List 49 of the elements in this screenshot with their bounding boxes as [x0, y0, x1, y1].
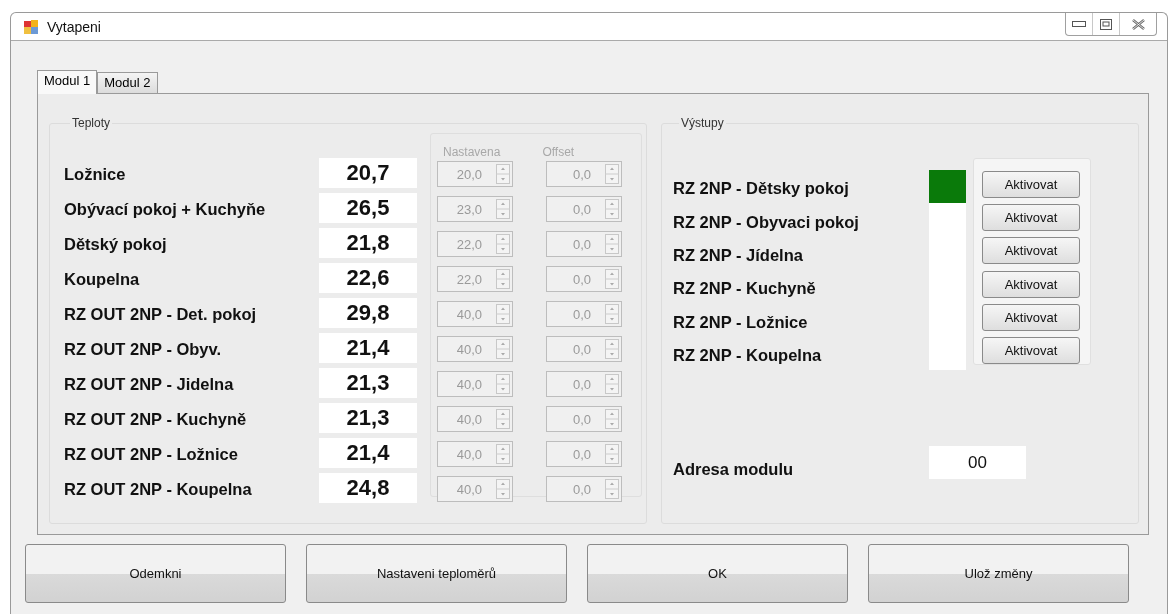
window-title: Vytapeni — [47, 18, 101, 35]
sensor-label: RZ OUT 2NP - Kuchyně — [64, 409, 248, 430]
activate-button[interactable]: Aktivovat — [982, 171, 1080, 198]
address-label: Adresa modulu — [673, 459, 795, 479]
tab[interactable]: Modul 2 — [97, 72, 158, 93]
temperature-value: 21,4 — [319, 438, 417, 468]
activate-button[interactable]: Aktivovat — [982, 303, 1080, 331]
address-field[interactable]: 00 — [929, 446, 1026, 479]
activate-button[interactable]: Aktivovat — [982, 337, 1080, 364]
output-label: RZ 2NP - Jídelna — [673, 244, 804, 265]
action-button[interactable]: Odemkni — [25, 544, 286, 603]
output-label: RZ 2NP - Obyvaci pokoj — [673, 211, 860, 232]
sensor-label: RZ OUT 2NP - Det. pokoj — [64, 304, 258, 325]
temperature-value: 24,8 — [319, 473, 417, 503]
close-icon[interactable] — [1131, 18, 1145, 30]
sensor-label: Obývací pokoj + Kuchyňe — [64, 199, 267, 220]
sensor-label: RZ OUT 2NP - Jidelna — [64, 374, 235, 395]
output-label: RZ 2NP - Dětsky pokoj — [673, 178, 850, 199]
temperature-value: 29,8 — [319, 298, 417, 328]
minimize-icon[interactable] — [1072, 21, 1086, 27]
app-icon — [23, 18, 39, 35]
temperature-value: 21,8 — [319, 228, 417, 258]
column-header: Nastavena — [443, 145, 501, 159]
sensor-label: RZ OUT 2NP - Obyv. — [64, 339, 223, 360]
temperature-value: 21,3 — [319, 403, 417, 433]
sensor-label: RZ OUT 2NP - Ložnice — [64, 444, 239, 465]
activate-button[interactable]: Aktivovat — [982, 270, 1080, 298]
temperature-value: 26,5 — [319, 193, 417, 223]
temperature-value: 21,4 — [319, 333, 417, 363]
temperature-value: 22,6 — [319, 263, 417, 293]
sensor-label: Ložnice — [64, 164, 127, 185]
group-title: Teploty — [71, 116, 112, 130]
sensor-label: Koupelna — [64, 269, 141, 290]
action-button[interactable]: OK — [587, 544, 848, 603]
column-header: Offset — [542, 145, 575, 159]
temperature-value: 20,7 — [319, 158, 417, 188]
sensor-label: Dětský pokoj — [64, 234, 168, 255]
output-label: RZ 2NP - Ložnice — [673, 311, 809, 332]
activate-button[interactable]: Aktivovat — [982, 204, 1080, 232]
temperature-value: 21,3 — [319, 368, 417, 398]
action-button[interactable]: Ulož změny — [868, 544, 1129, 603]
output-label: RZ 2NP - Kuchyně — [673, 278, 817, 299]
sensor-label: RZ OUT 2NP - Koupelna — [64, 479, 253, 500]
group-title: Výstupy — [680, 116, 725, 130]
action-button[interactable]: Nastaveni teploměrů — [306, 544, 567, 603]
maximize-icon[interactable] — [1100, 18, 1112, 30]
output-label: RZ 2NP - Koupelna — [673, 345, 823, 366]
tab[interactable]: Modul 1 — [37, 70, 98, 94]
activate-button[interactable]: Aktivovat — [982, 237, 1080, 265]
